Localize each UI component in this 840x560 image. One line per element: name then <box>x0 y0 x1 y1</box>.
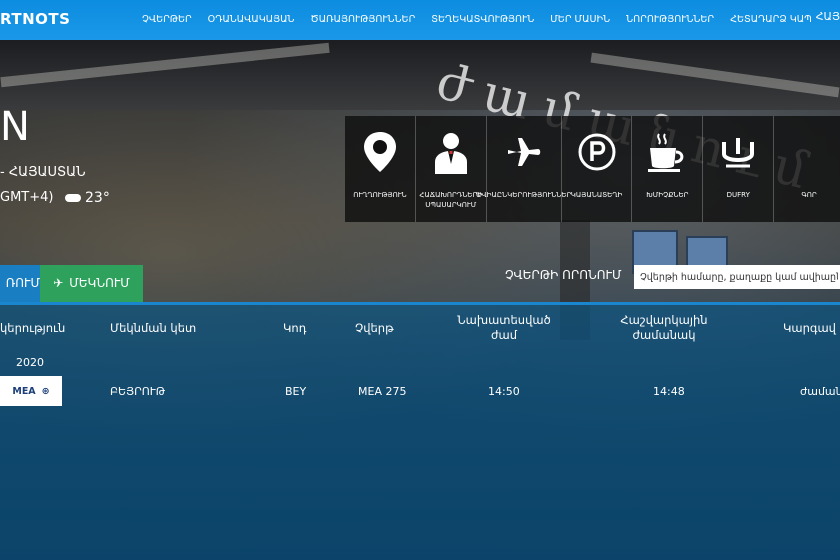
cell-estimated: 14:48 <box>653 385 685 398</box>
col-header-scheduled: Նախատեսված ժամ <box>452 313 556 343</box>
weather: 23° <box>61 190 110 206</box>
table-row[interactable]: MEA ⊛ ԲԵՅՐՈՒԹ BEY MEA 275 14:50 14:48 ժա… <box>0 376 840 406</box>
airline-logo: MEA ⊛ <box>0 376 62 406</box>
cedar-emblem-icon: ⊛ <box>41 385 50 397</box>
airline-logo-text: MEA <box>12 385 36 397</box>
location-pin-icon <box>358 130 402 174</box>
cell-code: BEY <box>285 385 307 398</box>
col-header-estimated-line2: ժամանակ <box>632 328 696 342</box>
flight-search-label: ՉՎԵՐԹԻ ՈՐՈՆՈՒՄ <box>505 268 622 282</box>
col-header-estimated: Հաշվարկային ժամանակ <box>612 313 716 343</box>
flight-search-input[interactable] <box>634 265 840 289</box>
nav-about-us[interactable]: ՄԵՐ ՄԱՍԻՆ <box>542 0 618 40</box>
date-separator: 2020 <box>0 356 44 369</box>
service-dufry[interactable]: DUFRY <box>703 116 775 222</box>
main-nav: ՉՎԵՐԹԵՐ ՕԴԱՆԱՎԱԿԱՅԱՆ ԾԱՌԱՅՈՒԹՅՈՒՆՆԵՐ ՏԵՂ… <box>134 0 820 40</box>
service-label: ԳՈՐ <box>801 191 817 199</box>
more-icon <box>787 130 831 174</box>
services-panel: ՈՒՂՂՈՒԹՅՈՒՆ ՀԱՃԱԽՈՐԴՆԵՐԻ ՍՊԱՍԱՐԿՈՒՄ ԱՎԻԱ… <box>345 116 840 222</box>
col-header-status: Կարգավ <box>783 321 836 335</box>
coffee-cup-icon <box>645 130 689 174</box>
service-more[interactable]: ԳՈՐ <box>774 116 840 222</box>
nav-services[interactable]: ԾԱՌԱՅՈՒԹՅՈՒՆՆԵՐ <box>302 0 423 40</box>
tab-arrivals[interactable]: ՌՈՒՄ <box>0 265 40 302</box>
nav-flights[interactable]: ՉՎԵՐԹԵՐ <box>134 0 200 40</box>
temperature: 23° <box>85 190 110 206</box>
cell-status: ժամանե <box>800 385 840 398</box>
nav-news[interactable]: ՆՈՐՈՒԹՅՈՒՆՆԵՐ <box>618 0 722 40</box>
site-logo[interactable]: RTNOTS <box>0 10 70 28</box>
col-header-departure-point: Մեկնման կետ <box>110 321 197 335</box>
airplane-icon <box>502 130 546 174</box>
col-header-code: Կոդ <box>283 321 307 335</box>
timezone: GMT+4) <box>0 190 54 205</box>
tab-departures[interactable]: ✈ ՄԵԿՆՈՒՄ <box>40 265 143 302</box>
cell-departure-point: ԲԵՅՐՈՒԹ <box>110 385 166 398</box>
nav-feedback[interactable]: ՀԵՏԱԴԱՐՁ ԿԱՊ <box>722 0 820 40</box>
service-label: ԽՄԻՉՔՆԵՐ <box>646 191 689 199</box>
tab-departures-label: ՄԵԿՆՈՒՄ <box>69 276 130 290</box>
service-airlines[interactable]: ԱՎԻԱԸՆԿԵՐՈՒԹՅՈՒՆՆԵՐ <box>476 116 571 222</box>
service-drinks[interactable]: ԽՄԻՉՔՆԵՐ <box>632 116 704 222</box>
col-header-scheduled-line1: Նախատեսված <box>457 313 551 327</box>
language-switcher[interactable]: ՀԱՅ <box>816 10 840 23</box>
country-name: - ՀԱՅԱՍՏԱՆ <box>0 165 86 180</box>
dufry-icon <box>716 130 760 174</box>
departure-plane-icon: ✈ <box>53 276 64 290</box>
date-label: 2020 <box>16 356 44 369</box>
table-top-border <box>0 302 840 305</box>
service-directions[interactable]: ՈՒՂՂՈՒԹՅՈՒՆ <box>345 116 416 222</box>
parking-icon <box>575 130 619 174</box>
service-label: ԱՎԻԱԸՆԿԵՐՈՒԹՅՈՒՆՆԵՐ <box>476 191 572 199</box>
service-passenger[interactable]: ՀԱՃԱԽՈՐԴՆԵՐԻ ՍՊԱՍԱՐԿՈՒՄ <box>416 116 487 222</box>
col-header-estimated-line1: Հաշվարկային <box>620 313 708 327</box>
service-label: ԿԱՅԱՆԱՏԵՂԻ <box>570 191 623 199</box>
partly-cloudy-icon <box>61 191 81 202</box>
cell-scheduled: 14:50 <box>488 385 520 398</box>
col-header-airline: կերություն <box>0 321 66 335</box>
passenger-service-icon <box>429 130 473 174</box>
col-header-scheduled-line2: ժամ <box>490 328 518 342</box>
nav-information[interactable]: ՏԵՂԵԿԱՏՎՈՒԹՅՈՒՆ <box>423 0 542 40</box>
city-name: N <box>0 104 30 150</box>
nav-airport[interactable]: ՕԴԱՆԱՎԱԿԱՅԱՆ <box>200 0 303 40</box>
service-label: ՈՒՂՂՈՒԹՅՈՒՆ <box>353 191 407 199</box>
service-parking[interactable]: ԿԱՅԱՆԱՏԵՂԻ <box>562 116 633 222</box>
top-navbar: RTNOTS ՉՎԵՐԹԵՐ ՕԴԱՆԱՎԱԿԱՅԱՆ ԾԱՌԱՅՈՒԹՅՈՒՆ… <box>0 0 840 40</box>
cell-flight: MEA 275 <box>358 385 407 398</box>
service-label: DUFRY <box>726 191 750 199</box>
col-header-flight: Չվերթ <box>355 321 394 335</box>
